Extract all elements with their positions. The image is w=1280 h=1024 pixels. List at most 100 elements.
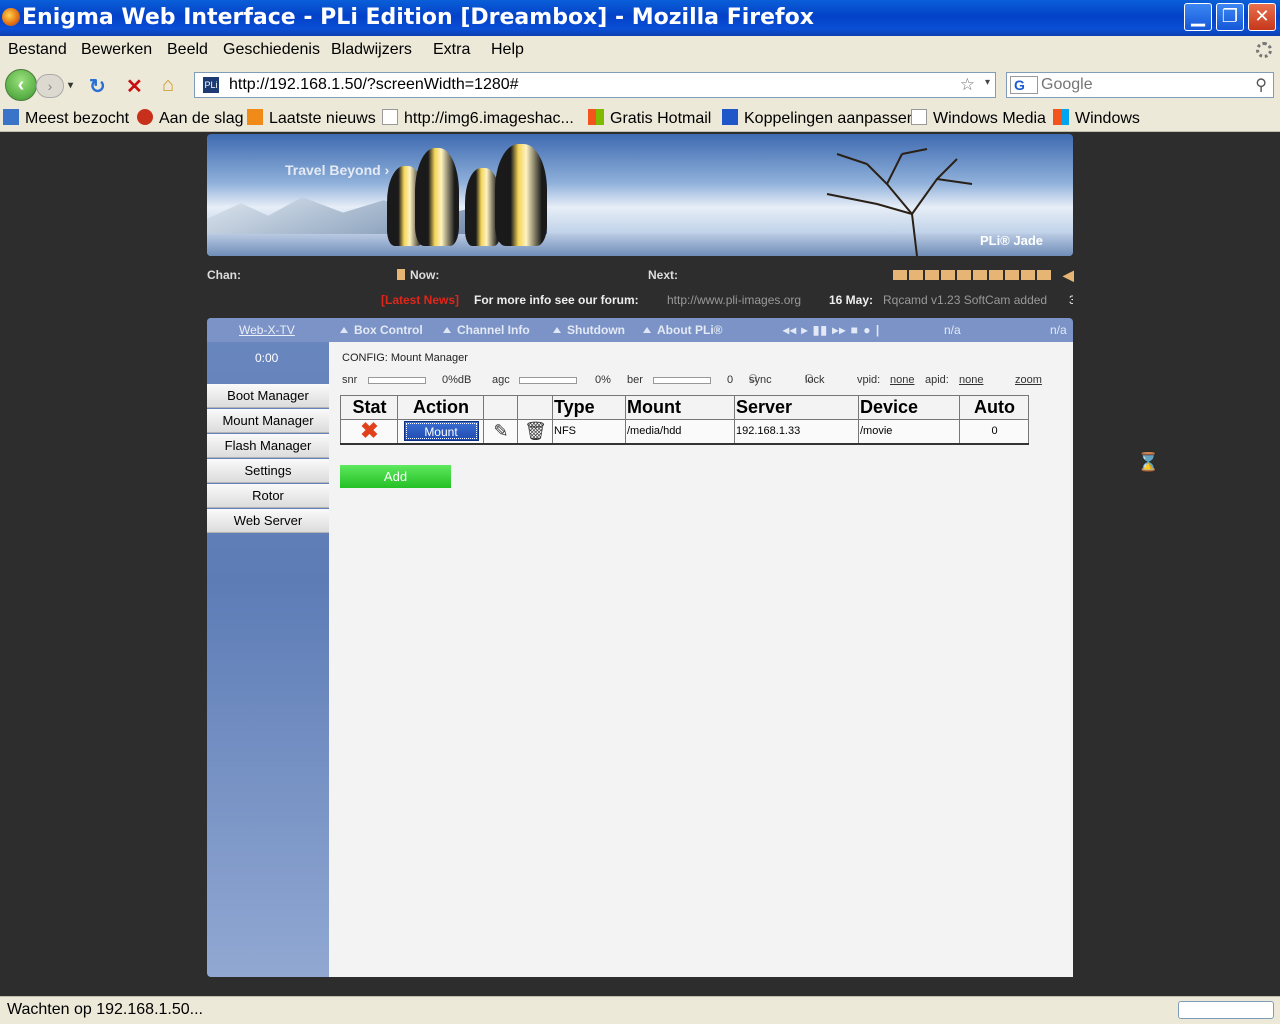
snr-label: snr bbox=[342, 374, 358, 386]
sidebar-item-settings[interactable]: Settings bbox=[207, 459, 329, 483]
vpid-label: vpid: bbox=[857, 374, 881, 386]
vpid-link[interactable]: none bbox=[890, 374, 914, 386]
folder-icon bbox=[3, 109, 19, 125]
menu-bar: Bestand Bewerken Beeld Geschiedenis Blad… bbox=[0, 36, 1280, 66]
menu-bladwijzers[interactable]: Bladwijzers bbox=[331, 41, 412, 59]
add-button[interactable]: Add bbox=[340, 465, 451, 488]
search-icon[interactable]: ⚲ bbox=[1255, 75, 1267, 95]
menu-help[interactable]: Help bbox=[491, 41, 524, 59]
menu-bewerken[interactable]: Bewerken bbox=[81, 41, 152, 59]
nav-about-pli[interactable]: About PLi® bbox=[643, 323, 723, 337]
site-favicon-icon: PLi bbox=[203, 77, 219, 93]
nav-box-control[interactable]: Box Control bbox=[340, 323, 423, 337]
bookmark-gratis-hotmail[interactable]: Gratis Hotmail bbox=[588, 109, 711, 128]
navigation-toolbar: ‹ › ▾ ↻ ✕ ⌂ PLi http://192.168.1.50/?scr… bbox=[0, 66, 1280, 104]
busy-cursor-icon: ⌛ bbox=[1137, 452, 1160, 472]
banner-tagline: Travel Beyond › bbox=[285, 162, 390, 178]
ber-label: ber bbox=[627, 374, 643, 386]
back-button[interactable]: ‹ bbox=[5, 69, 37, 101]
maximize-button[interactable]: ❐ bbox=[1216, 3, 1244, 31]
bookmark-imageshack[interactable]: http://img6.imageshac... bbox=[382, 109, 574, 128]
nav-channel-info[interactable]: Channel Info bbox=[443, 323, 530, 337]
menu-extra[interactable]: Extra bbox=[433, 41, 470, 59]
col-delete bbox=[517, 395, 553, 420]
main-content: CONFIG: Mount Manager snr 0%dB agc 0% be… bbox=[329, 342, 1073, 977]
msn-icon bbox=[722, 109, 738, 125]
firefox-icon bbox=[2, 8, 20, 26]
bookmark-windows[interactable]: Windows bbox=[1053, 109, 1140, 128]
forward-button[interactable]: › bbox=[36, 74, 64, 98]
status-na-2: n/a bbox=[1050, 323, 1067, 337]
sidebar-item-rotor[interactable]: Rotor bbox=[207, 484, 329, 508]
speaker-icon[interactable]: ◀ bbox=[1063, 267, 1074, 284]
agc-label: agc bbox=[492, 374, 510, 386]
url-text[interactable]: http://192.168.1.50/?screenWidth=1280# bbox=[229, 76, 519, 93]
ber-bar bbox=[653, 377, 711, 384]
rss-icon bbox=[247, 109, 263, 125]
url-dropdown-icon[interactable]: ▾ bbox=[985, 77, 990, 88]
url-bar[interactable]: PLi http://192.168.1.50/?screenWidth=128… bbox=[194, 72, 996, 98]
col-device: Device bbox=[858, 395, 960, 420]
snr-bar bbox=[368, 377, 426, 384]
search-engine-icon[interactable]: G bbox=[1010, 76, 1038, 94]
trash-icon[interactable]: 🗑 bbox=[519, 421, 552, 442]
home-icon[interactable]: ⌂ bbox=[162, 74, 174, 97]
bookmark-koppelingen-aanpassen[interactable]: Koppelingen aanpassen bbox=[722, 109, 916, 128]
next-label: Next: bbox=[648, 268, 679, 282]
web-x-tv-link[interactable]: Web-X-TV bbox=[239, 323, 295, 337]
minimize-button[interactable]: ▁ bbox=[1184, 3, 1212, 31]
channel-info-line: Chan: Now: Next: ◀ bbox=[207, 267, 1074, 284]
edit-cell: ✎ bbox=[483, 419, 518, 444]
mount-table: Stat Action Type Mount Server Device Aut… bbox=[340, 395, 1029, 445]
search-box[interactable]: G ⚲ bbox=[1006, 72, 1274, 98]
stop-icon[interactable]: ✕ bbox=[126, 74, 143, 99]
forward-arrow-icon: › bbox=[47, 78, 53, 94]
auto-cell: 0 bbox=[959, 419, 1029, 444]
bookmark-star-icon[interactable]: ☆ bbox=[960, 75, 975, 95]
sidebar-item-flash-manager[interactable]: Flash Manager bbox=[207, 434, 329, 458]
sidebar-menu: Boot Manager Mount Manager Flash Manager… bbox=[207, 384, 329, 534]
sidebar-item-boot-manager[interactable]: Boot Manager bbox=[207, 384, 329, 408]
status-bar: Wachten op 192.168.1.50... bbox=[0, 996, 1280, 1024]
sidebar: 0:00 Boot Manager Mount Manager Flash Ma… bbox=[207, 318, 329, 977]
menu-beeld[interactable]: Beeld bbox=[167, 41, 208, 59]
edit-icon[interactable]: ✎ bbox=[485, 421, 517, 442]
page-icon bbox=[382, 109, 398, 125]
bookmark-windows-media[interactable]: Windows Media bbox=[911, 109, 1046, 128]
type-cell: NFS bbox=[552, 419, 626, 444]
sidebar-item-mount-manager[interactable]: Mount Manager bbox=[207, 409, 329, 433]
reload-icon[interactable]: ↻ bbox=[89, 74, 106, 99]
now-label: Now: bbox=[410, 268, 440, 282]
search-input[interactable] bbox=[1041, 75, 1251, 95]
bookmark-meest-bezocht[interactable]: Meest bezocht bbox=[3, 109, 129, 128]
delete-cell: 🗑 bbox=[517, 419, 553, 444]
close-window-button[interactable]: ✕ bbox=[1248, 3, 1276, 31]
bookmark-aan-de-slag[interactable]: Aan de slag bbox=[137, 109, 244, 128]
apid-link[interactable]: none bbox=[959, 374, 983, 386]
news-tail: 3 bbox=[1069, 293, 1073, 307]
table-header-row: Stat Action Type Mount Server Device Aut… bbox=[340, 395, 1029, 420]
menu-bestand[interactable]: Bestand bbox=[8, 41, 67, 59]
mount-button[interactable]: Mount bbox=[403, 421, 479, 442]
page-content: Travel Beyond › PLi® Jade Chan: Now: Nex… bbox=[0, 132, 1280, 996]
top-nav-bar: Web-X-TV Box Control Channel Info Shutdo… bbox=[207, 318, 1073, 342]
playback-controls[interactable]: ◂◂ ▸ ▮▮ ▸▸ ■ ● | bbox=[783, 323, 880, 337]
action-cell: Mount bbox=[397, 419, 484, 444]
sidebar-item-web-server[interactable]: Web Server bbox=[207, 509, 329, 533]
triangle-up-icon bbox=[443, 327, 451, 333]
col-mount: Mount bbox=[625, 395, 735, 420]
progress-bar bbox=[1178, 1001, 1274, 1019]
back-arrow-icon: ‹ bbox=[17, 74, 25, 96]
apid-label: apid: bbox=[925, 374, 949, 386]
server-cell: 192.168.1.33 bbox=[734, 419, 859, 444]
nav-shutdown[interactable]: Shutdown bbox=[553, 323, 625, 337]
menu-geschiedenis[interactable]: Geschiedenis bbox=[223, 41, 320, 59]
news-forum-link[interactable]: http://www.pli-images.org bbox=[667, 293, 801, 307]
windows-logo-icon bbox=[1053, 109, 1069, 125]
history-dropdown-icon[interactable]: ▾ bbox=[68, 80, 73, 91]
zoom-link[interactable]: zoom bbox=[1015, 374, 1042, 386]
news-date: 16 May: bbox=[829, 293, 874, 307]
news-tag: [Latest News] bbox=[381, 293, 460, 307]
bookmark-laatste-nieuws[interactable]: Laatste nieuws bbox=[247, 109, 376, 128]
volume-bar[interactable] bbox=[893, 269, 1053, 283]
